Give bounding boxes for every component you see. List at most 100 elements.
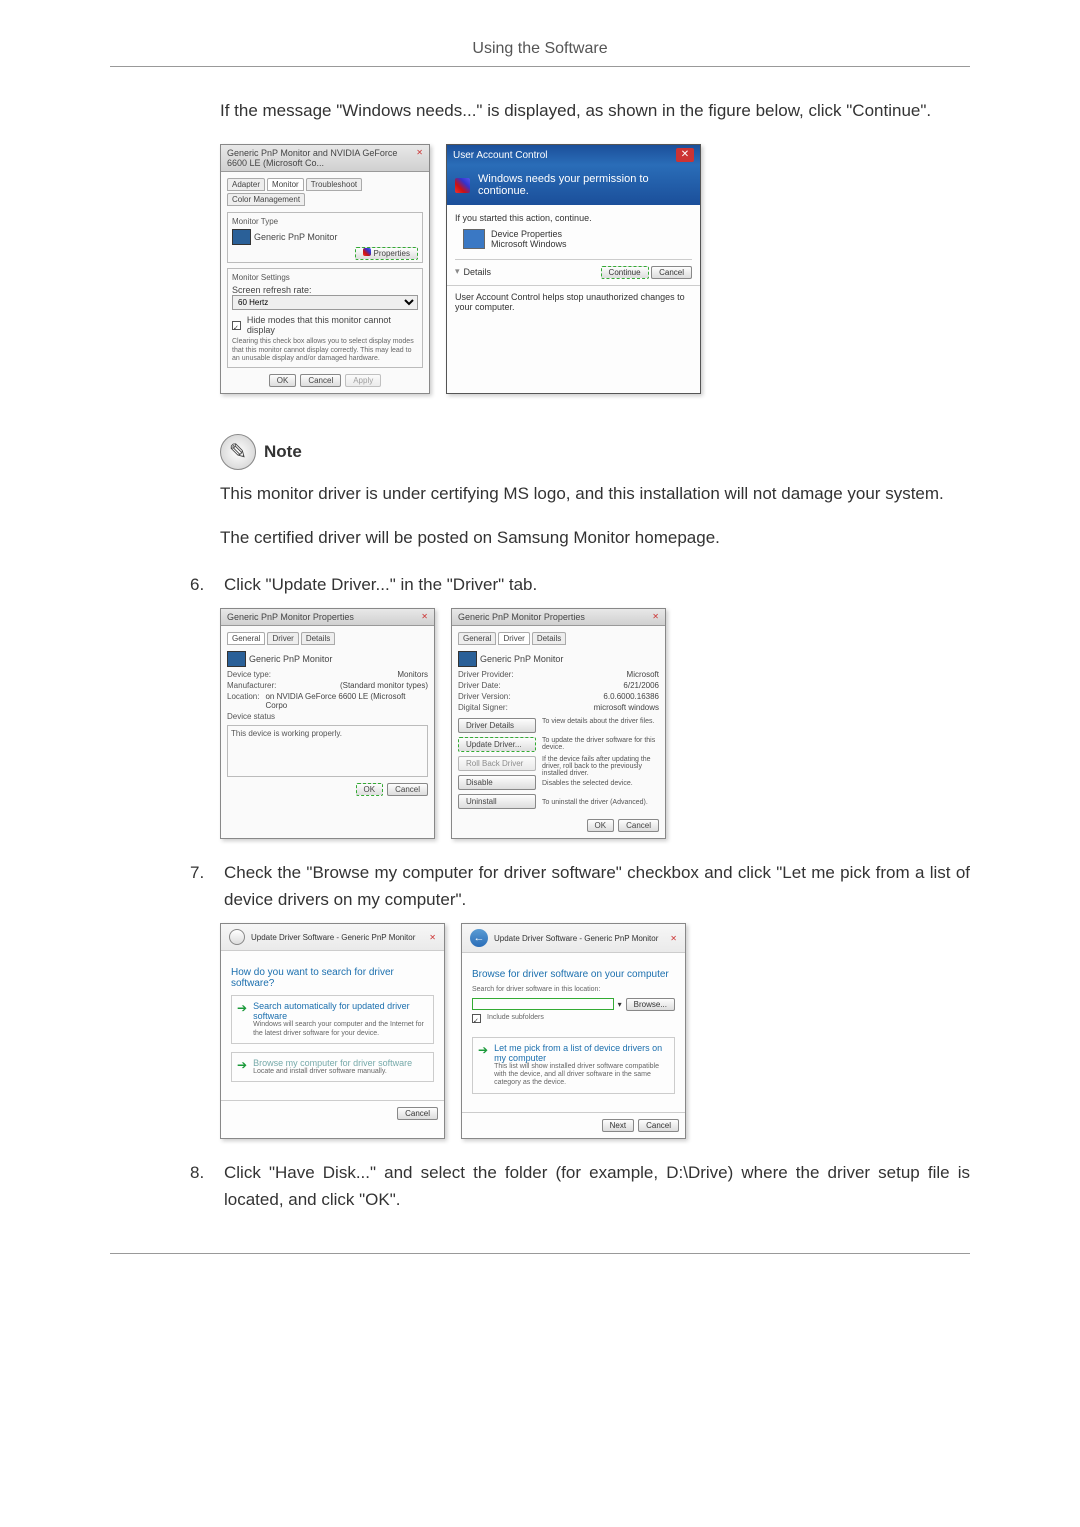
step-7: 7. Check the "Browse my computer for dri… [190,859,970,913]
search-auto-title: Search automatically for updated driver … [253,1001,428,1021]
note-text-1: This monitor driver is under certifying … [220,480,970,507]
search-location-label: Search for driver software in this locat… [472,986,675,994]
uac-dialog: User Account Control ✕ Windows needs you… [446,144,701,394]
tab-colormgmt[interactable]: Color Management [227,193,305,206]
search-auto-option[interactable]: ➔ Search automatically for updated drive… [231,995,434,1044]
chevron-down-icon[interactable]: ▾ [455,266,460,277]
close-icon[interactable]: ✕ [416,148,423,168]
hide-modes-desc: Clearing this check box allows you to se… [232,338,418,363]
uac-banner: Windows needs your permission to contion… [447,165,700,205]
details-label[interactable]: Details [464,267,492,277]
dialog-title-text: Generic PnP Monitor and NVIDIA GeForce 6… [227,148,416,168]
tab-troubleshoot[interactable]: Troubleshoot [306,178,362,191]
include-sub-checkbox[interactable] [472,1014,481,1023]
refresh-rate-select[interactable]: 60 Hertz [232,295,418,310]
apply-button: Apply [345,374,381,387]
screenshot-row-1: Generic PnP Monitor and NVIDIA GeForce 6… [220,144,970,394]
monitor-name: Generic PnP Monitor [249,654,332,664]
step-6-text: Click "Update Driver..." in the "Driver"… [224,571,537,598]
uac-footer-text: User Account Control helps stop unauthor… [447,285,700,318]
uac-app-name: Device Properties [491,229,567,239]
driver-details-button[interactable]: Driver Details [458,718,536,733]
tab-adapter[interactable]: Adapter [227,178,265,191]
properties-button[interactable]: Properties [355,247,418,260]
dialog-titlebar: Generic PnP Monitor Properties ✕ [452,609,665,626]
driver-details-desc: To view details about the driver files. [542,718,659,737]
cancel-button[interactable]: Cancel [638,1119,679,1132]
tab-driver[interactable]: Driver [267,632,298,645]
note-text-2: The certified driver will be posted on S… [220,524,970,551]
step-6: 6. Click "Update Driver..." in the "Driv… [190,571,970,598]
back-icon[interactable] [229,929,245,945]
next-button[interactable]: Next [602,1119,634,1132]
note-icon: ✎ [220,434,256,470]
wizard-heading: Browse for driver software on your compu… [472,969,675,980]
tab-driver[interactable]: Driver [498,632,529,645]
close-icon[interactable]: ✕ [670,934,677,943]
cancel-button[interactable]: Cancel [300,374,341,387]
provider-label: Driver Provider: [458,670,514,679]
close-icon[interactable]: ✕ [652,612,659,622]
tab-details[interactable]: Details [532,632,566,645]
step-8-number: 8. [190,1159,214,1213]
update-driver-button[interactable]: Update Driver... [458,737,536,752]
hide-modes-checkbox[interactable] [232,321,241,330]
browse-button[interactable]: Browse... [626,998,675,1011]
uac-app-row: Device Properties Microsoft Windows [463,229,692,249]
update-driver-desc: To update the driver software for this d… [542,737,659,756]
signer-label: Digital Signer: [458,703,508,712]
ok-button[interactable]: OK [587,819,615,832]
dialog-title-text: Generic PnP Monitor Properties [227,612,354,622]
disable-button[interactable]: Disable [458,775,536,790]
ok-button[interactable]: OK [269,374,297,387]
tab-monitor[interactable]: Monitor [267,178,304,191]
props-general-dialog: Generic PnP Monitor Properties ✕ General… [220,608,435,839]
cancel-button[interactable]: Cancel [618,819,659,832]
device-type-label: Device type: [227,670,271,679]
ok-button[interactable]: OK [356,783,384,796]
tab-general[interactable]: General [458,632,496,645]
cancel-button[interactable]: Cancel [397,1107,438,1120]
dialog-title-text: Generic PnP Monitor Properties [458,612,585,622]
arrow-icon: ➔ [237,1058,247,1076]
monitor-settings-label: Monitor Settings [232,273,418,282]
browse-desc: Locate and install driver software manua… [253,1068,412,1076]
browse-computer-option[interactable]: ➔ Browse my computer for driver software… [231,1052,434,1082]
refresh-rate-label: Screen refresh rate: [232,285,418,295]
intro-text: If the message "Windows needs..." is dis… [110,97,970,124]
dropdown-icon[interactable]: ▾ [618,1000,622,1009]
screenshot-row-3: Update Driver Software - Generic PnP Mon… [220,923,970,1139]
let-me-pick-option[interactable]: ➔ Let me pick from a list of device driv… [472,1037,675,1094]
monitor-icon [458,651,477,667]
continue-button[interactable]: Continue [601,266,649,279]
tab-details[interactable]: Details [301,632,335,645]
letme-title: Let me pick from a list of device driver… [494,1043,669,1063]
back-icon[interactable]: ← [470,929,488,947]
app-icon [463,229,485,249]
path-input[interactable] [472,998,614,1010]
cancel-button[interactable]: Cancel [651,266,692,279]
cancel-button[interactable]: Cancel [387,783,428,796]
device-status-box: This device is working properly. [227,725,428,777]
tab-general[interactable]: General [227,632,265,645]
monitor-icon [232,229,251,245]
hide-modes-row: Hide modes that this monitor cannot disp… [232,315,418,335]
step-7-number: 7. [190,859,214,913]
close-icon[interactable]: ✕ [676,148,694,162]
dialog-button-row: OK Cancel Apply [227,374,423,387]
rollback-driver-button: Roll Back Driver [458,756,536,771]
shield-icon [455,178,470,193]
close-icon[interactable]: ✕ [429,933,436,942]
hide-modes-label: Hide modes that this monitor cannot disp… [247,315,418,335]
bottom-divider [110,1253,970,1254]
step-8: 8. Click "Have Disk..." and select the f… [190,1159,970,1213]
manufacturer-label: Manufacturer: [227,681,276,690]
close-icon[interactable]: ✕ [421,612,428,622]
screenshot-row-2: Generic PnP Monitor Properties ✕ General… [220,608,970,839]
uninstall-button[interactable]: Uninstall [458,794,536,809]
monitor-icon [227,651,246,667]
browse-title: Browse my computer for driver software [253,1058,412,1068]
top-divider [110,66,970,67]
uninstall-desc: To uninstall the driver (Advanced). [542,799,659,806]
letme-desc: This list will show installed driver sof… [494,1063,669,1088]
